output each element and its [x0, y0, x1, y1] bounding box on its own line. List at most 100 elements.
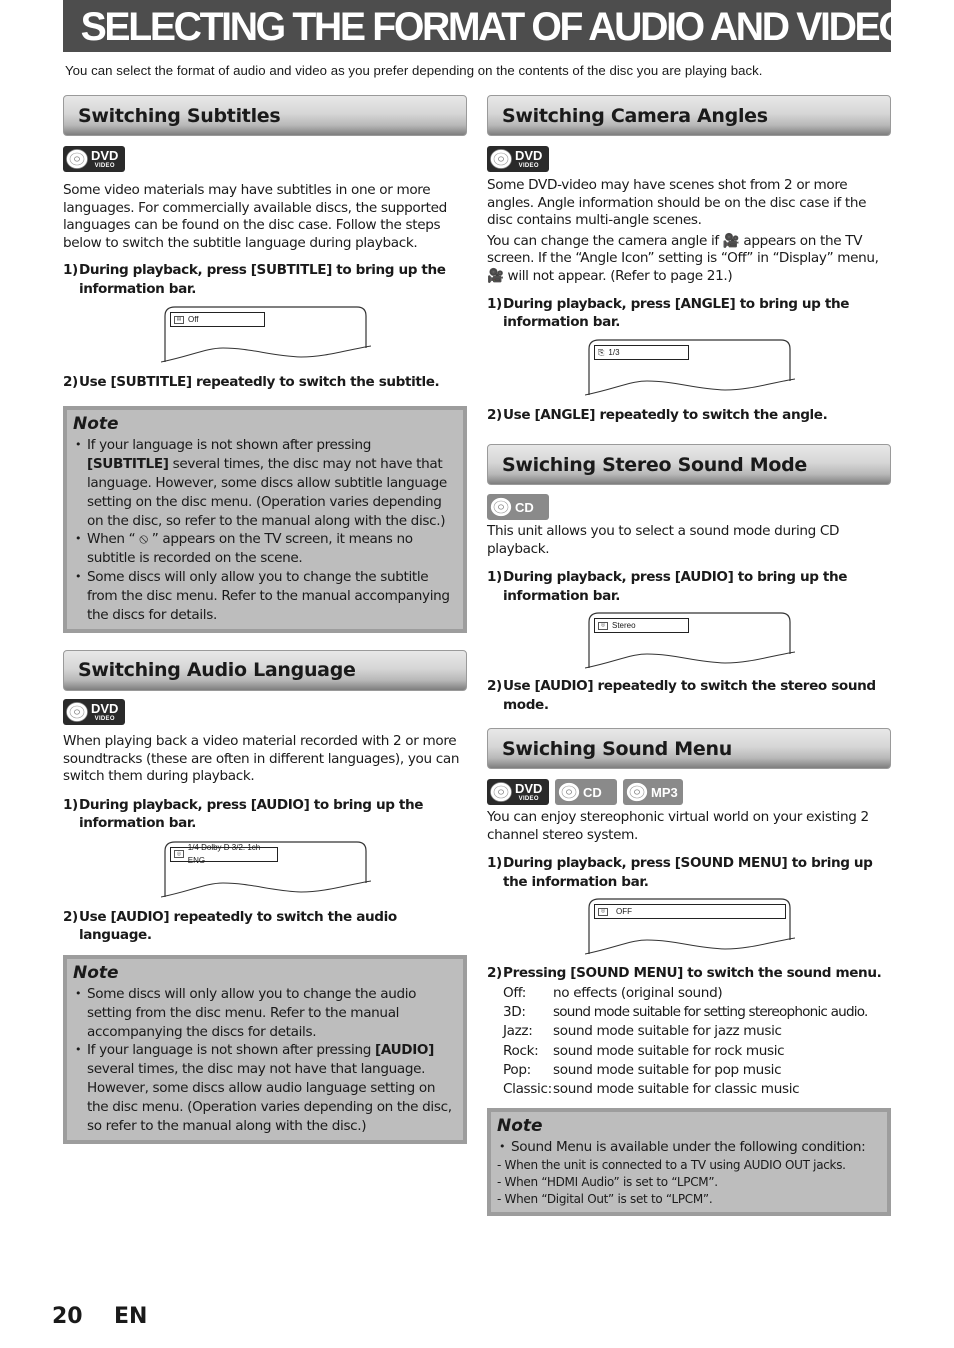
step-text: Use [ANGLE] repeatedly to switch the ang… [503, 406, 828, 423]
disc-icon [66, 702, 88, 722]
stereo-mode-step-1: 1) During playback, press [AUDIO] to bri… [487, 568, 891, 605]
subtitles-info-bar: ▤ Off [161, 304, 371, 363]
section-header-stereo-sound-mode: Swiching Stereo Sound Mode [487, 444, 891, 486]
page-footer: 20 EN [52, 1304, 147, 1329]
sound-menu-note: Note Sound Menu is available under the f… [487, 1108, 891, 1217]
note-condition: - When “Digital Out” is set to “LPCM”. [497, 1192, 713, 1207]
stereo-mode-step-2: 2) Use [AUDIO] repeatedly to switch the … [487, 677, 891, 714]
audio-language-note: Note Some discs will only allow you to c… [63, 954, 467, 1144]
badge-label: CD [515, 499, 534, 515]
section-title: Swiching Stereo Sound Mode [502, 453, 808, 476]
info-field: ⎘ 1/3 [594, 344, 689, 360]
disc-icon [490, 149, 512, 169]
audio-icon: ◎ [174, 850, 184, 859]
step-text: During playback, press [AUDIO] to bring … [503, 569, 848, 604]
disc-badges: DVD VIDEO [63, 146, 467, 172]
dvd-video-badge: DVD VIDEO [63, 698, 125, 725]
audio-language-step-2: 2) Use [AUDIO] repeatedly to switch the … [63, 908, 467, 945]
badge-label: DVD [91, 148, 119, 163]
note-condition: - When “HDMI Audio” is set to “LPCM”. [497, 1175, 718, 1190]
mode-value: sound mode suitable for setting stereoph… [553, 1004, 868, 1021]
disc-icon [490, 497, 512, 517]
step-text: Pressing [SOUND MENU] to switch the soun… [503, 965, 882, 982]
section-header-camera-angles: Switching Camera Angles [487, 95, 891, 136]
badge-label: DVD [515, 781, 543, 797]
note-item: Some discs will only allow you to change… [73, 985, 456, 1042]
audio-language-step-1: 1) During playback, press [AUDIO] to bri… [63, 796, 467, 833]
disc-icon [490, 782, 512, 803]
page-number: 20 [52, 1304, 83, 1329]
step-number: 2) [487, 678, 502, 695]
info-value: 1/4 Dolby D 3/2. 1ch ENG [187, 843, 261, 866]
info-field: ◎ OFF [594, 904, 786, 920]
disc-badges: CD [487, 494, 891, 521]
note-title: Note [497, 1116, 543, 1137]
dvd-video-badge: DVD VIDEO [487, 779, 549, 806]
left-column: Switching Subtitles DVD VIDEO Some video … [63, 95, 467, 1144]
step-number: 2) [487, 965, 502, 982]
camera-angle-icon: ⎘ [598, 347, 605, 357]
section-title: Switching Camera Angles [502, 104, 768, 127]
sound-menu-description: You can enjoy stereophonic virtual world… [487, 809, 869, 843]
badge-label: DVD [91, 700, 119, 716]
section-header-subtitles: Switching Subtitles [63, 95, 467, 136]
step-number: 1) [487, 295, 502, 312]
step-text: During playback, press [ANGLE] to bring … [503, 295, 850, 331]
audio-icon: ◎ [598, 621, 608, 630]
audio-language-info-bar: ◎ 1/4 Dolby D 3/2. 1ch ENG [161, 839, 371, 898]
disc-badges: DVD VIDEO [63, 698, 467, 725]
mode-value: no effects (original sound) [553, 984, 723, 1001]
disc-icon [558, 782, 580, 803]
info-field: ◎ Stereo [594, 618, 689, 634]
right-column: Switching Camera Angles DVD VIDEO Some DV… [487, 95, 891, 1217]
camera-angles-info-bar: ⎘ 1/3 [585, 337, 795, 396]
camera-angles-step-2: 2) Use [ANGLE] repeatedly to switch the … [487, 406, 891, 425]
mode-value: sound mode suitable for rock music [553, 1042, 785, 1059]
language-code: EN [114, 1304, 148, 1329]
sound-mode-row: Classic: sound mode suitable for classic … [503, 1080, 891, 1099]
section-header-audio-language: Switching Audio Language [63, 649, 467, 691]
disc-icon [626, 782, 648, 803]
badge-label: MP3 [651, 784, 678, 800]
subtitles-note: Note If your language is not shown after… [63, 405, 467, 633]
note-item: If your language is not shown after pres… [73, 436, 456, 531]
mode-value: sound mode suitable for classic music [553, 1080, 800, 1097]
mode-value: sound mode suitable for pop music [553, 1061, 782, 1078]
mode-key: Classic: [503, 1080, 552, 1097]
cd-badge: CD [487, 494, 549, 521]
camera-angles-description: Some DVD-video may have scenes shot from… [487, 177, 867, 229]
sound-menu-step-1: 1) During playback, press [SOUND MENU] t… [487, 854, 891, 891]
info-value: 1/3 [608, 347, 620, 357]
badge-label: CD [583, 784, 602, 800]
step-text: During playback, press [AUDIO] to bring … [79, 796, 424, 832]
stereo-mode-description: This unit allows you to select a sound m… [487, 523, 840, 557]
sound-mode-row: Pop: sound mode suitable for pop music [503, 1061, 891, 1080]
info-field: ▤ Off [170, 312, 265, 328]
info-value: Stereo [612, 621, 636, 631]
mode-key: 3D: [503, 1004, 526, 1021]
sound-menu-step-2: 2) Pressing [SOUND MENU] to switch the s… [487, 964, 891, 983]
cd-badge: CD [555, 779, 617, 806]
camera-angles-description-2: You can change the camera angle if 🎥 app… [487, 232, 879, 284]
sound-menu-icon: ◎ [598, 907, 608, 916]
section-title: Switching Subtitles [78, 104, 281, 127]
subtitles-step-2: 2) Use [SUBTITLE] repeatedly to switch t… [63, 373, 467, 392]
sound-menu-info-bar: ◎ OFF [585, 896, 795, 955]
note-title: Note [73, 962, 119, 983]
note-title: Note [73, 413, 119, 434]
mode-value: sound mode suitable for jazz music [553, 1023, 782, 1040]
step-text: Use [SUBTITLE] repeatedly to switch the … [79, 374, 440, 391]
mp3-badge: MP3 [623, 779, 683, 806]
step-number: 1) [63, 262, 78, 279]
dvd-video-badge: DVD VIDEO [487, 146, 549, 172]
disc-badges: DVD VIDEO [487, 146, 891, 172]
step-text: Use [AUDIO] repeatedly to switch the ste… [503, 678, 876, 713]
badge-sublabel: VIDEO [518, 163, 539, 169]
step-number: 1) [63, 796, 78, 813]
mode-key: Off: [503, 984, 526, 1001]
mode-key: Rock: [503, 1042, 539, 1059]
section-title: Swiching Sound Menu [502, 737, 732, 760]
note-item: Some discs will only allow you to change… [73, 568, 456, 625]
step-text: During playback, press [SOUND MENU] to b… [503, 855, 873, 890]
info-field: ◎ 1/4 Dolby D 3/2. 1ch ENG [170, 843, 278, 865]
